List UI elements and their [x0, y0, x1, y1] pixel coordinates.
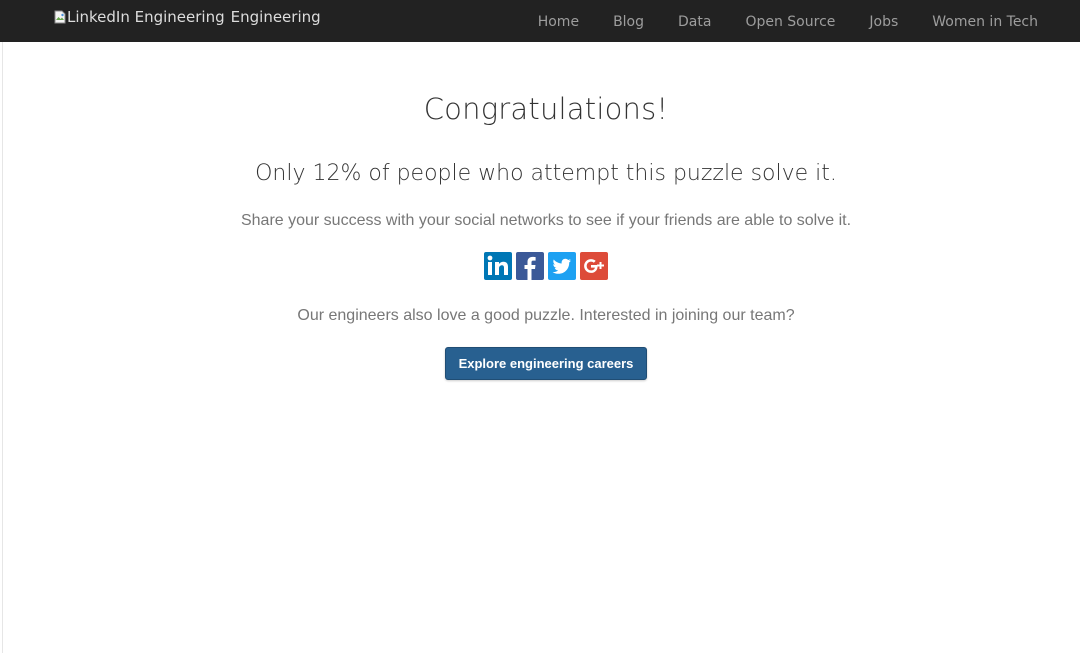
nav-link-jobs[interactable]: Jobs: [869, 12, 898, 30]
navbar: LinkedIn Engineering Engineering Home Bl…: [0, 0, 1080, 42]
twitter-share-button[interactable]: [548, 252, 576, 280]
brand-logo-alt-text: LinkedIn Engineering: [67, 8, 225, 26]
twitter-icon: [548, 252, 576, 280]
explore-careers-button[interactable]: Explore engineering careers: [444, 347, 648, 380]
social-share-buttons: [0, 252, 1080, 280]
nav-link-blog[interactable]: Blog: [613, 12, 644, 30]
facebook-share-button[interactable]: [516, 252, 544, 280]
brand-text: Engineering: [230, 8, 321, 26]
google-plus-icon: [580, 252, 608, 280]
brand-logo-broken-image: LinkedIn Engineering: [54, 8, 225, 26]
broken-image-icon: [54, 10, 66, 24]
careers-button-wrapper: Explore engineering careers: [0, 347, 1080, 380]
careers-text: Our engineers also love a good puzzle. I…: [297, 307, 795, 324]
brand-link[interactable]: LinkedIn Engineering Engineering: [54, 6, 321, 28]
nav-links: Home Blog Data Open Source Jobs Women in…: [504, 0, 1038, 42]
linkedin-share-button[interactable]: [484, 252, 512, 280]
page-title: Congratulations!: [423, 92, 669, 126]
nav-link-open-source[interactable]: Open Source: [745, 12, 835, 30]
share-text: Share your success with your social netw…: [240, 212, 852, 229]
nav-link-women-in-tech[interactable]: Women in Tech: [932, 12, 1038, 30]
facebook-icon: [516, 252, 544, 280]
nav-link-home[interactable]: Home: [538, 12, 579, 30]
page-subtitle: Only 12% of people who attempt this puzz…: [255, 161, 837, 186]
linkedin-icon: [484, 252, 512, 280]
google-plus-share-button[interactable]: [580, 252, 608, 280]
nav-link-data[interactable]: Data: [678, 12, 711, 30]
